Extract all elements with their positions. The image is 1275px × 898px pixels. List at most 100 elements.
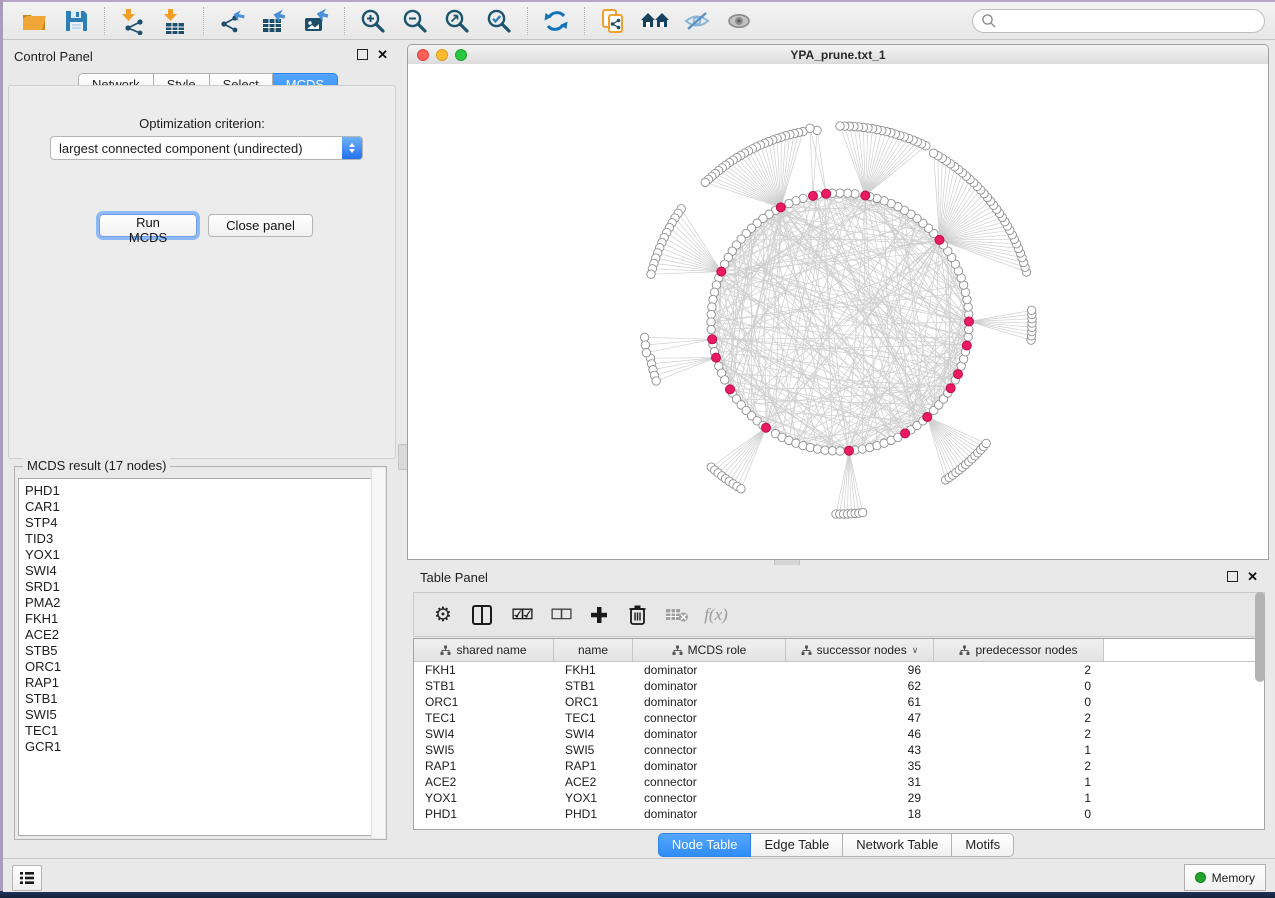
export-image-icon[interactable] [301, 6, 331, 36]
add-icon[interactable] [584, 602, 614, 628]
leaf-node[interactable] [1027, 306, 1035, 314]
import-network-icon[interactable] [118, 6, 148, 36]
leaf-node[interactable] [701, 178, 709, 186]
export-table-icon[interactable] [259, 6, 289, 36]
first-neighbors-icon[interactable] [640, 6, 670, 36]
refresh-icon[interactable] [541, 6, 571, 36]
copy-network-icon[interactable] [598, 6, 628, 36]
mcds-result-item[interactable]: CAR1 [25, 499, 382, 515]
table-row[interactable]: YOX1YOX1connector291 [414, 790, 1264, 806]
network-node[interactable] [721, 376, 729, 384]
zoom-selected-icon[interactable] [484, 6, 514, 36]
mcds-hub-node[interactable] [923, 413, 932, 422]
mcds-hub-node[interactable] [776, 203, 785, 212]
mcds-hub-node[interactable] [861, 191, 870, 200]
table-tab-network-table[interactable]: Network Table [843, 833, 952, 857]
leaf-node[interactable] [640, 333, 648, 341]
mcds-result-item[interactable]: ACE2 [25, 627, 382, 643]
mcds-hub-node[interactable] [954, 370, 963, 379]
network-node[interactable] [707, 325, 715, 333]
memory-button[interactable]: Memory [1184, 864, 1266, 891]
save-icon[interactable] [61, 6, 91, 36]
mcds-hub-node[interactable] [717, 267, 726, 276]
mcds-hub-node[interactable] [726, 385, 735, 394]
optimization-criterion-select[interactable]: largest connected component (undirected) [50, 136, 363, 160]
mcds-hub-node[interactable] [822, 189, 831, 198]
table-scrollbar[interactable] [1255, 592, 1265, 682]
table-row[interactable]: TEC1TEC1connector472 [414, 710, 1264, 726]
mcds-result-item[interactable]: STP4 [25, 515, 382, 531]
mcds-hub-node[interactable] [762, 423, 771, 432]
gear-icon[interactable]: ⚙ [428, 602, 458, 628]
leaf-node[interactable] [806, 124, 814, 132]
mcds-result-item[interactable]: SWI4 [25, 563, 382, 579]
close-panel-button[interactable]: Close panel [208, 214, 313, 237]
table-row[interactable]: RAP1RAP1dominator352 [414, 758, 1264, 774]
leaf-node[interactable] [652, 377, 660, 385]
network-window-titlebar[interactable]: YPA_prune.txt_1 [408, 45, 1268, 65]
mcds-result-item[interactable]: YOX1 [25, 547, 382, 563]
column-header-name[interactable]: name [554, 639, 633, 661]
leaf-node[interactable] [647, 270, 655, 278]
table-row[interactable]: ORC1ORC1dominator610 [414, 694, 1264, 710]
column-header-predecessor-nodes[interactable]: predecessor nodes [934, 639, 1104, 661]
columns-icon[interactable] [467, 602, 497, 628]
mcds-result-item[interactable]: SRD1 [25, 579, 382, 595]
mcds-result-item[interactable]: PHD1 [25, 483, 382, 499]
table-tab-motifs[interactable]: Motifs [952, 833, 1014, 857]
import-table-icon[interactable] [160, 6, 190, 36]
function-builder-icon[interactable]: f(x) [701, 602, 731, 628]
column-header-successor-nodes[interactable]: successor nodes∨ [786, 639, 934, 661]
mcds-result-item[interactable]: STB1 [25, 691, 382, 707]
show-all-icon[interactable] [724, 6, 754, 36]
result-list-scrollbar[interactable] [371, 468, 385, 838]
zoom-out-icon[interactable] [400, 6, 430, 36]
network-node[interactable] [965, 325, 973, 333]
table-tab-node-table[interactable]: Node Table [658, 833, 752, 857]
mcds-hub-node[interactable] [809, 191, 818, 200]
mcds-result-item[interactable]: SWI5 [25, 707, 382, 723]
search-input[interactable] [997, 13, 1264, 29]
mcds-hub-node[interactable] [946, 384, 955, 393]
table-row[interactable]: STB1STB1dominator620 [414, 678, 1264, 694]
leaf-node[interactable] [929, 149, 937, 157]
mcds-result-item[interactable]: FKH1 [25, 611, 382, 627]
mcds-hub-node[interactable] [965, 317, 974, 326]
close-panel-icon[interactable]: ✕ [377, 50, 388, 59]
search-box[interactable] [972, 9, 1265, 33]
open-icon[interactable] [19, 6, 49, 36]
zoom-in-icon[interactable] [358, 6, 388, 36]
leaf-node[interactable] [859, 508, 867, 516]
close-panel-icon[interactable]: ✕ [1247, 572, 1258, 581]
table-row[interactable]: PHD1PHD1dominator180 [414, 806, 1264, 822]
mcds-result-item[interactable]: STB5 [25, 643, 382, 659]
mcds-result-item[interactable]: GCR1 [25, 739, 382, 755]
table-row[interactable]: SWI4SWI4dominator462 [414, 726, 1264, 742]
mcds-hub-node[interactable] [962, 341, 971, 350]
float-panel-icon[interactable] [357, 49, 368, 60]
network-node[interactable] [836, 447, 844, 455]
select-all-icon[interactable]: ☑☑ [506, 602, 536, 628]
leaf-node[interactable] [982, 439, 990, 447]
table-tab-edge-table[interactable]: Edge Table [751, 833, 843, 857]
float-panel-icon[interactable] [1227, 571, 1238, 582]
leaf-node[interactable] [737, 485, 745, 493]
task-history-button[interactable] [12, 865, 42, 891]
network-node[interactable] [785, 199, 793, 207]
mcds-hub-node[interactable] [901, 429, 910, 438]
deselect-all-icon[interactable]: ☐☐ [545, 602, 575, 628]
mcds-hub-node[interactable] [935, 235, 944, 244]
run-mcds-button[interactable]: Run MCDS [99, 214, 197, 237]
mcds-result-item[interactable]: PMA2 [25, 595, 382, 611]
mcds-hub-node[interactable] [712, 353, 721, 362]
mcds-result-item[interactable]: TID3 [25, 531, 382, 547]
export-network-icon[interactable] [217, 6, 247, 36]
leaf-node[interactable] [836, 122, 844, 130]
mcds-hub-node[interactable] [845, 446, 854, 455]
mcds-result-item[interactable]: ORC1 [25, 659, 382, 675]
table-row[interactable]: ACE2ACE2connector311 [414, 774, 1264, 790]
delete-icon[interactable] [623, 602, 653, 628]
mcds-hub-node[interactable] [708, 335, 717, 344]
column-menu-arrow-icon[interactable]: ∨ [912, 645, 919, 656]
table-row[interactable]: SWI5SWI5connector431 [414, 742, 1264, 758]
